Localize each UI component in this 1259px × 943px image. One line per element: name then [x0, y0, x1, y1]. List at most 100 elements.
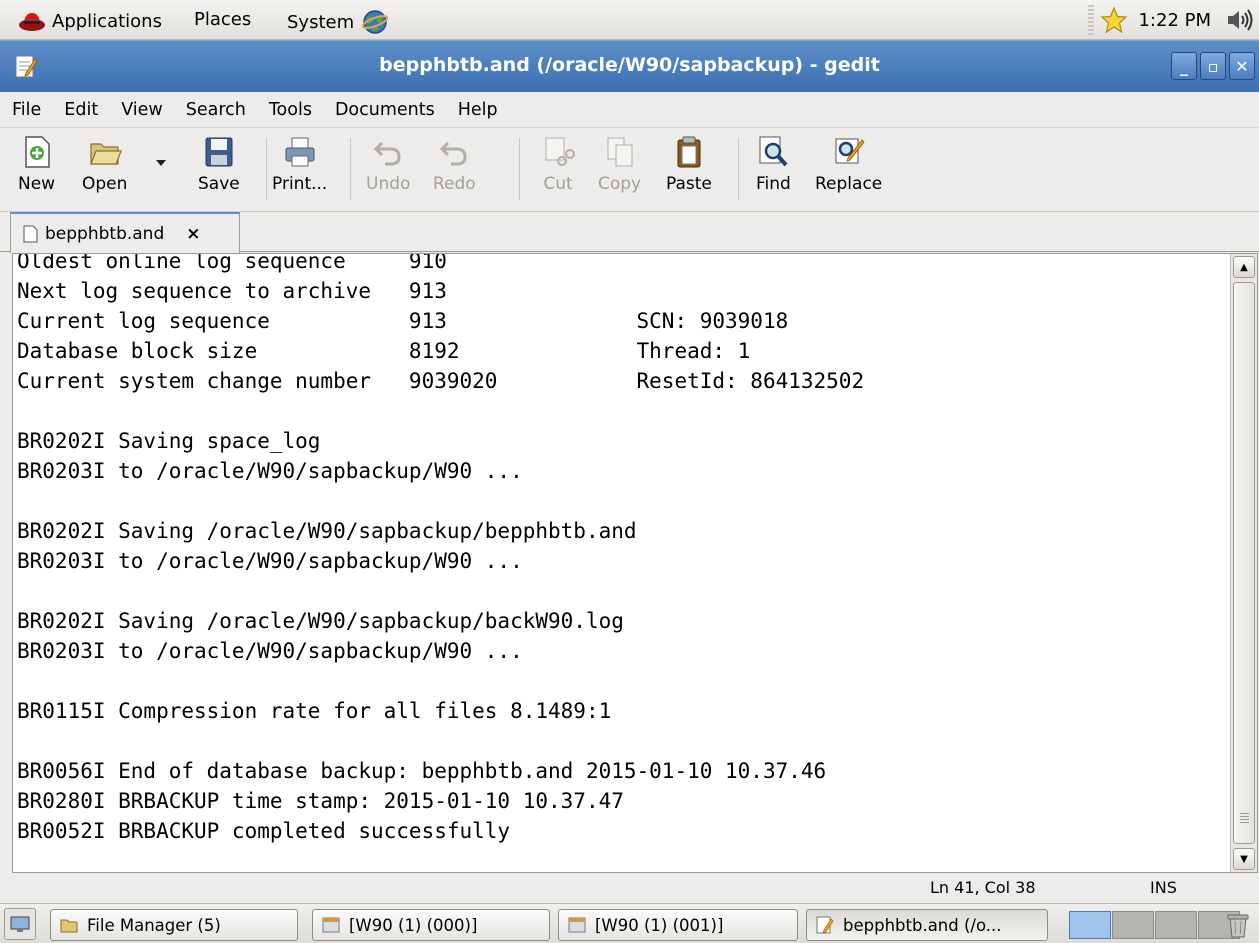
- undo-label: Undo: [366, 174, 411, 194]
- text-editor[interactable]: Oldest online log sequence 910 Next log s…: [12, 253, 1258, 873]
- editor-line[interactable]: Database block size 8192 Thread: 1: [17, 336, 864, 366]
- editor-line[interactable]: [17, 396, 864, 426]
- menu-help[interactable]: Help: [458, 100, 498, 120]
- toolbar-separator: [266, 138, 267, 200]
- paste-button[interactable]: Paste: [666, 134, 712, 194]
- document-icon: [23, 225, 38, 242]
- editor-content[interactable]: Oldest online log sequence 910 Next log s…: [17, 254, 864, 872]
- redo-label: Redo: [433, 174, 476, 194]
- applications-menu[interactable]: Applications: [18, 9, 162, 33]
- editor-line[interactable]: [17, 576, 864, 606]
- vertical-scrollbar[interactable]: ▲ ▼: [1230, 254, 1257, 872]
- editor-line[interactable]: BR0115I Compression rate for all files 8…: [17, 696, 864, 726]
- redo-icon: [440, 141, 467, 166]
- volume-icon[interactable]: [1225, 7, 1255, 33]
- star-icon[interactable]: [1100, 6, 1128, 34]
- panel-handle[interactable]: [1088, 5, 1095, 35]
- editor-line[interactable]: BR0202I Saving /oracle/W90/sapbackup/bep…: [17, 516, 864, 546]
- scrollbar-grip: [1240, 813, 1249, 823]
- editor-line[interactable]: Current log sequence 913 SCN: 9039018: [17, 306, 864, 336]
- editor-line[interactable]: Next log sequence to archive 913: [17, 276, 864, 306]
- find-button[interactable]: Find: [756, 134, 791, 194]
- editor-line[interactable]: [17, 846, 864, 872]
- workspace-3[interactable]: [1155, 911, 1197, 939]
- tab-close-button[interactable]: ×: [186, 224, 200, 244]
- folder-icon: [60, 919, 78, 933]
- replace-label: Replace: [815, 174, 883, 194]
- editor-line[interactable]: BR0056I End of database backup: bepphbtb…: [17, 756, 864, 786]
- menu-file[interactable]: File: [12, 100, 41, 120]
- editor-line[interactable]: Oldest online log sequence 910: [17, 254, 864, 276]
- scissors-icon: [545, 137, 575, 166]
- task-w90-000[interactable]: [W90 (1) (000)]: [312, 909, 550, 941]
- recent-files-dropdown-icon[interactable]: [154, 158, 168, 168]
- editor-line[interactable]: BR0203I to /oracle/W90/sapbackup/W90 ...: [17, 636, 864, 666]
- close-window-button[interactable]: ✕: [1229, 52, 1255, 80]
- menu-view[interactable]: View: [121, 100, 163, 120]
- menu-documents[interactable]: Documents: [335, 100, 435, 120]
- window-controls: _ ▫ ✕: [1171, 52, 1255, 80]
- editor-line[interactable]: BR0202I Saving /oracle/W90/sapbackup/bac…: [17, 606, 864, 636]
- panel-right: 1:22 PM: [1088, 0, 1259, 40]
- open-button[interactable]: Open: [82, 134, 127, 194]
- copy-button[interactable]: Copy: [598, 134, 641, 194]
- copy-label: Copy: [598, 174, 642, 194]
- clock[interactable]: 1:22 PM: [1138, 10, 1211, 31]
- open-label: Open: [82, 174, 128, 194]
- editor-line[interactable]: BR0202I Saving space_log: [17, 426, 864, 456]
- task-label: bepphbtb.and (/o...: [843, 915, 1002, 935]
- paste-label: Paste: [666, 174, 712, 194]
- task-gedit[interactable]: bepphbtb.and (/o...: [806, 909, 1048, 941]
- task-label: [W90 (1) (000)]: [349, 915, 478, 935]
- workspace-1[interactable]: [1069, 911, 1111, 939]
- cut-button[interactable]: Cut: [541, 134, 575, 194]
- desktop-icon: [10, 916, 30, 932]
- scrollbar-thumb[interactable]: [1233, 282, 1255, 844]
- replace-icon: [835, 138, 865, 164]
- copy-icon: [607, 137, 633, 167]
- task-label: File Manager (5): [87, 915, 221, 935]
- window-titlebar[interactable]: bepphbtb.and (/oracle/W90/sapbackup) - g…: [0, 40, 1259, 92]
- system-label: System: [287, 11, 355, 33]
- save-button[interactable]: Save: [198, 134, 240, 194]
- print-button[interactable]: Print...: [272, 134, 327, 194]
- terminal-window-icon: [322, 917, 340, 933]
- scroll-down-arrow[interactable]: ▼: [1233, 848, 1255, 870]
- toolbar-separator: [350, 138, 351, 200]
- editor-line[interactable]: BR0052I BRBACKUP completed successfully: [17, 816, 864, 846]
- show-desktop-button[interactable]: [4, 908, 36, 940]
- menu-search[interactable]: Search: [186, 100, 246, 120]
- minimize-button[interactable]: _: [1171, 52, 1197, 80]
- clipboard-icon: [677, 136, 701, 168]
- trash-icon[interactable]: [1225, 911, 1251, 939]
- cursor-position: Ln 41, Col 38: [930, 878, 1036, 897]
- web-browser-icon[interactable]: [362, 9, 389, 35]
- task-label: [W90 (1) (001)]: [595, 915, 724, 935]
- menu-edit[interactable]: Edit: [64, 100, 98, 120]
- system-menu[interactable]: System: [287, 9, 389, 35]
- terminal-window-icon: [568, 917, 586, 933]
- menu-tools[interactable]: Tools: [269, 100, 312, 120]
- tab-label: bepphbtb.and: [45, 223, 165, 244]
- new-document-icon: [24, 136, 50, 168]
- editor-line[interactable]: Current system change number 9039020 Res…: [17, 366, 864, 396]
- scroll-up-arrow[interactable]: ▲: [1233, 256, 1255, 278]
- task-w90-001[interactable]: [W90 (1) (001)]: [558, 909, 798, 941]
- editor-line[interactable]: BR0203I to /oracle/W90/sapbackup/W90 ...: [17, 456, 864, 486]
- task-file-manager[interactable]: File Manager (5): [50, 909, 298, 941]
- maximize-button[interactable]: ▫: [1200, 52, 1226, 80]
- undo-button[interactable]: Undo: [366, 134, 410, 194]
- editor-line[interactable]: [17, 666, 864, 696]
- editor-line[interactable]: BR0203I to /oracle/W90/sapbackup/W90 ...: [17, 546, 864, 576]
- statusbar: Ln 41, Col 38 INS: [0, 873, 1259, 903]
- tab-bepphbtb[interactable]: bepphbtb.and ×: [10, 212, 240, 253]
- new-button[interactable]: New: [18, 134, 55, 194]
- replace-button[interactable]: Replace: [815, 134, 882, 194]
- editor-line[interactable]: BR0280I BRBACKUP time stamp: 2015-01-10 …: [17, 786, 864, 816]
- workspace-2[interactable]: [1112, 911, 1154, 939]
- applications-label: Applications: [52, 10, 162, 32]
- places-menu[interactable]: Places: [194, 9, 251, 30]
- editor-line[interactable]: [17, 726, 864, 756]
- redo-button[interactable]: Redo: [433, 134, 476, 194]
- editor-line[interactable]: [17, 486, 864, 516]
